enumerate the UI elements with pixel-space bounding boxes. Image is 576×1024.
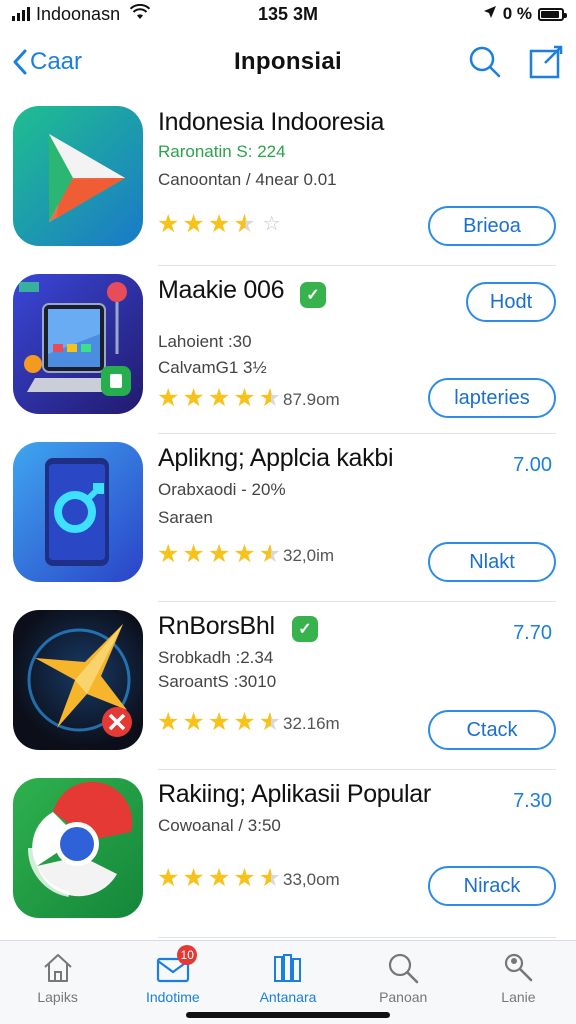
star-icon: ★ <box>258 540 282 568</box>
app-category: Saraen <box>158 508 213 527</box>
phone-app-icon <box>13 442 143 582</box>
hold-button[interactable]: Hodt <box>466 282 556 322</box>
rating-stars: ★ ★ ★ ★ ☆ <box>157 212 281 237</box>
tab-label: Lanie <box>501 989 536 1005</box>
star-icon: ★ <box>157 540 180 568</box>
tab-label: Antanara <box>259 989 317 1005</box>
play-store-icon <box>13 106 143 246</box>
app-size: 32,0im <box>283 546 335 565</box>
home-icon <box>43 954 72 982</box>
tab-profile[interactable]: Lanie <box>461 941 576 1024</box>
star-icon: ★ <box>207 210 231 238</box>
chevron-left-icon <box>13 49 27 75</box>
install-button[interactable]: Nlakt <box>428 542 556 582</box>
app-category: CalvamG1 3½ <box>158 358 267 377</box>
app-subtitle: Srobkadh :2.34 <box>158 648 274 667</box>
list-item[interactable]: Rakiing; Aplikasii Popular 7.30 Cowoanal… <box>0 770 576 938</box>
navigation-bar: Caar Inponsiai <box>0 34 576 90</box>
notification-badge: 10 <box>177 945 198 965</box>
app-title: Aplikng; Applcia kakbi <box>158 444 394 472</box>
star-icon: ★ <box>182 864 205 892</box>
home-indicator <box>186 1012 390 1018</box>
app-category: SaroantS :3010 <box>158 672 277 691</box>
back-label: Caar <box>30 48 83 75</box>
back-button[interactable]: Caar <box>12 48 82 76</box>
app-subtitle: Cowoanal / 3:50 <box>158 816 281 835</box>
search-person-icon <box>505 953 533 982</box>
star-icon: ★ <box>182 210 205 238</box>
star-icon: ★ <box>233 708 256 736</box>
status-bar: Indoonasn 135 3M 0 % <box>0 0 576 28</box>
star-icon: ☆ <box>262 213 281 235</box>
star-icon: ★ <box>233 210 256 238</box>
star-icon: ★ <box>258 864 282 892</box>
app-price: 7.30 <box>513 790 552 812</box>
get-button[interactable]: Brieoa <box>428 206 556 246</box>
verified-icon: ✓ <box>300 282 326 308</box>
app-subtitle: Orabxaodi - 20% <box>158 480 286 499</box>
star-app-icon <box>13 610 143 750</box>
rating-stars: ★ ★ ★ ★ ★ <box>157 542 281 567</box>
app-price: 7.70 <box>513 622 552 644</box>
battery-icon <box>538 7 567 21</box>
star-icon: ★ <box>207 708 231 736</box>
star-icon: ★ <box>157 708 180 736</box>
app-size: 87.9om <box>283 390 340 409</box>
carrier-name: Indoonasn <box>36 3 121 24</box>
star-icon: ★ <box>182 708 205 736</box>
location-icon <box>483 4 497 24</box>
app-price: 7.00 <box>513 454 552 476</box>
star-icon: ★ <box>157 864 180 892</box>
rating-stars: ★ ★ ★ ★ ★ <box>157 710 281 735</box>
wifi-icon <box>129 3 151 25</box>
star-icon: ★ <box>207 384 231 412</box>
app-title: Rakiing; Aplikasii Popular <box>158 780 431 808</box>
check-button[interactable]: Ctack <box>428 710 556 750</box>
app-category: Canoontan / 4near 0.01 <box>158 170 337 189</box>
app-subtitle: Raronatin S: 224 <box>158 142 286 161</box>
signal-icon <box>12 7 30 21</box>
edit-icon[interactable] <box>528 44 564 80</box>
nirack-button[interactable]: Nirack <box>428 866 556 906</box>
star-icon: ★ <box>233 540 256 568</box>
app-size: 32.16m <box>283 714 340 733</box>
chrome-style-app-icon <box>13 778 143 918</box>
rating-stars: ★ ★ ★ ★ ★ <box>157 866 281 891</box>
search-icon[interactable] <box>468 45 502 79</box>
star-icon: ★ <box>233 864 256 892</box>
tab-label: Indotime <box>145 989 200 1005</box>
list-item[interactable]: Aplikng; Applcia kakbi 7.00 Orabxaodi - … <box>0 434 576 602</box>
tab-home[interactable]: Lapiks <box>0 941 115 1024</box>
tab-label: Panoan <box>379 989 428 1005</box>
star-icon: ★ <box>157 210 180 238</box>
app-list: Indonesia Indooresia Raronatin S: 224 Ca… <box>0 98 576 938</box>
app-title: Maakie 006 <box>158 276 285 304</box>
star-icon: ★ <box>157 384 180 412</box>
app-subtitle: Lahoient :30 <box>158 332 252 351</box>
star-icon: ★ <box>207 540 231 568</box>
search-icon <box>389 953 419 984</box>
laptop-app-icon <box>13 274 143 414</box>
list-item[interactable]: RnBorsBhl ✓ 7.70 Srobkadh :2.34 SaroantS… <box>0 602 576 770</box>
star-icon: ★ <box>258 384 282 412</box>
app-title: Indonesia Indooresia <box>158 108 385 136</box>
verified-icon: ✓ <box>292 616 318 642</box>
star-icon: ★ <box>182 384 205 412</box>
battery-text: 0 % <box>502 4 532 23</box>
app-title: RnBorsBhl <box>158 612 275 640</box>
star-icon: ★ <box>233 384 256 412</box>
list-item[interactable]: Maakie 006 ✓ Lahoient :30 CalvamG1 3½ ★ ★… <box>0 266 576 434</box>
tab-label: Lapiks <box>37 989 78 1005</box>
star-icon: ★ <box>182 540 205 568</box>
updates-button[interactable]: lapteries <box>428 378 556 418</box>
star-icon: ★ <box>207 864 231 892</box>
library-icon <box>274 954 301 982</box>
rating-stars: ★ ★ ★ ★ ★ <box>157 386 281 411</box>
app-size: 33,0om <box>283 870 340 889</box>
list-item[interactable]: Indonesia Indooresia Raronatin S: 224 Ca… <box>0 98 576 266</box>
star-icon: ★ <box>258 708 282 736</box>
